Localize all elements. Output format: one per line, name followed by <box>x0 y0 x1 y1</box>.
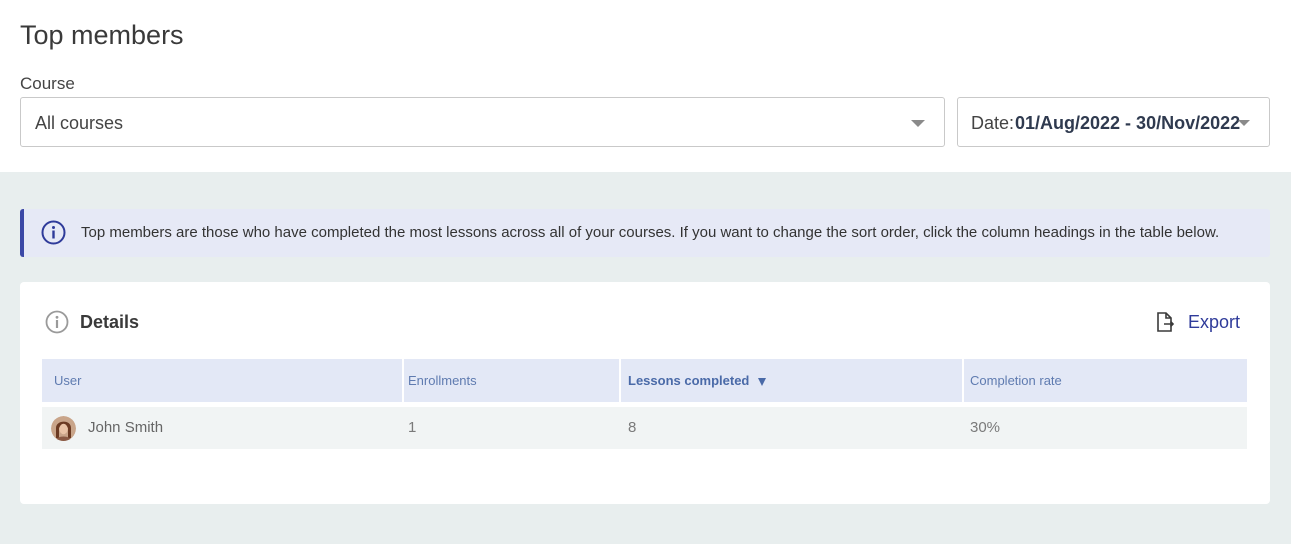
members-table: User Enrollments Lessons completed Compl… <box>42 359 1247 449</box>
course-select[interactable]: All courses <box>20 97 945 147</box>
column-header-enrollments[interactable]: Enrollments <box>408 359 477 402</box>
info-icon <box>41 220 66 245</box>
export-label: Export <box>1187 311 1240 332</box>
enrollments-value: 1 <box>408 419 417 436</box>
sort-descending-icon <box>758 377 767 386</box>
chevron-down-icon <box>1238 120 1250 126</box>
info-banner-text: Top members are those who have completed… <box>81 224 1220 241</box>
details-title: Details <box>80 312 140 332</box>
date-range-value: 01/Aug/2022 - 30/Nov/2022 <box>1015 113 1241 133</box>
page-title: Top members <box>20 20 184 50</box>
details-card: Details Export User Enrollments Lessons … <box>20 282 1270 504</box>
column-header-label: Lessons completed <box>628 373 750 388</box>
export-file-icon <box>1157 312 1175 332</box>
avatar <box>51 416 76 441</box>
column-divider <box>962 359 964 402</box>
column-header-label: Enrollments <box>408 373 477 388</box>
page-header: Top members Course All courses Date: 01/… <box>0 0 1291 172</box>
date-label: Date: <box>971 113 1015 133</box>
user-name[interactable]: John Smith <box>88 407 163 449</box>
column-divider <box>619 359 621 402</box>
content-area: Top members are those who have completed… <box>0 172 1291 544</box>
date-range-select[interactable]: Date: 01/Aug/2022 - 30/Nov/2022 <box>957 97 1270 147</box>
course-select-value: All courses <box>35 113 124 133</box>
column-header-label: Completion rate <box>970 373 1062 388</box>
column-header-completion-rate[interactable]: Completion rate <box>970 359 1062 402</box>
info-icon <box>45 310 69 334</box>
table-row[interactable]: John Smith 1 8 30% <box>42 407 1247 449</box>
table-header: User Enrollments Lessons completed Compl… <box>42 359 1247 402</box>
chevron-down-icon <box>911 120 925 127</box>
course-label: Course <box>20 74 75 93</box>
completion-rate-value: 30% <box>970 419 1001 436</box>
column-header-lessons-completed[interactable]: Lessons completed <box>628 359 767 402</box>
info-banner: Top members are those who have completed… <box>20 209 1270 257</box>
export-button[interactable]: Export <box>1154 310 1240 334</box>
column-header-label: User <box>54 373 82 388</box>
column-divider <box>402 359 404 402</box>
lessons-completed-value: 8 <box>628 419 637 436</box>
column-header-user[interactable]: User <box>54 359 81 402</box>
